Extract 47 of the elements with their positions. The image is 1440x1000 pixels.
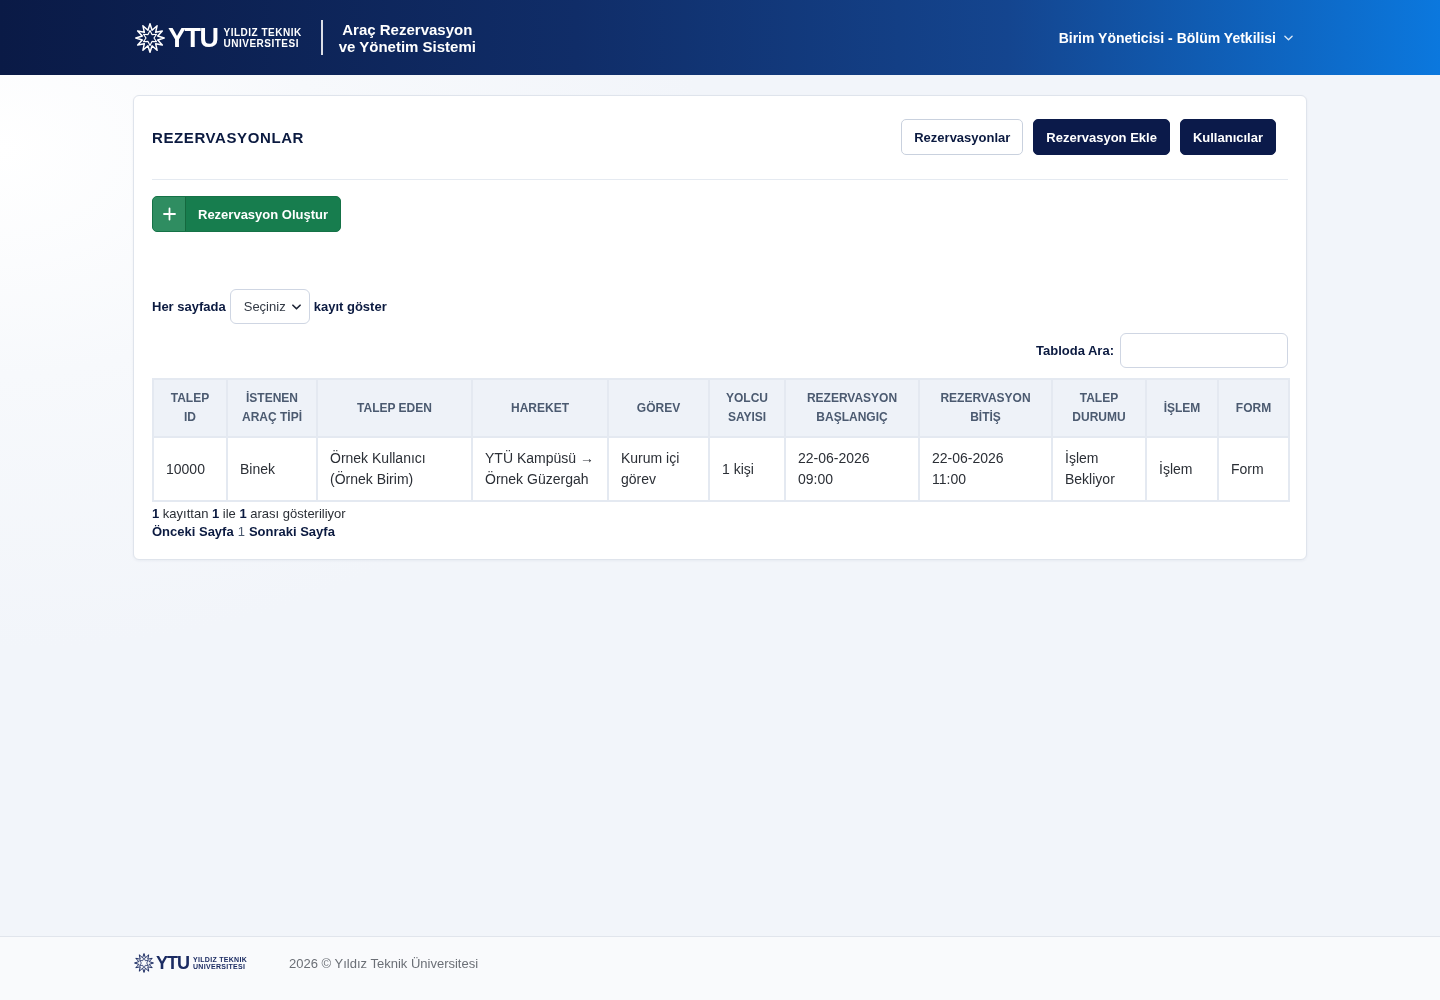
- table-info: 1 kayıttan 1 ile 1 arası gösteriliyor: [152, 505, 347, 523]
- column-header: FORM: [1218, 379, 1289, 437]
- nav-button[interactable]: Rezervasyonlar: [901, 119, 1024, 155]
- chevron-down-icon: [1284, 34, 1293, 41]
- column-header: REZERVASYON BAŞLANGIÇ: [785, 379, 919, 437]
- page-length-select[interactable]: Seçiniz: [229, 289, 310, 324]
- logo-text: YILDIZ TEKNIK UNIVERSITESI: [223, 26, 302, 49]
- table-cell: Kurum içi görev: [608, 437, 709, 501]
- table-cell: Binek: [227, 437, 317, 501]
- user-menu[interactable]: Birim Yöneticisi - Bölüm Yetkilisi: [1058, 25, 1293, 50]
- table-cell: 22-06-2026 09:00: [785, 437, 919, 501]
- column-header: İŞLEM: [1146, 379, 1218, 437]
- previous-page-link[interactable]: Önceki Sayfa: [152, 523, 234, 541]
- per-page-label: Her sayfada: [152, 299, 226, 314]
- per-page-label: kayıt göster: [313, 299, 387, 314]
- logo-mark: YTU: [156, 953, 189, 973]
- star-logo-icon: [135, 22, 165, 53]
- table-cell: İşlem: [1146, 437, 1218, 501]
- panel-title: REZERVASYONLAR: [152, 128, 305, 146]
- nav-button[interactable]: Kullanıcılar: [1179, 119, 1276, 155]
- column-header: REZERVASYON BİTİŞ: [919, 379, 1052, 437]
- table-cell: 1 kişi: [709, 437, 785, 501]
- column-header: HAREKET: [472, 379, 608, 437]
- star-logo-icon: [134, 953, 154, 973]
- table-cell: 10000: [153, 437, 227, 501]
- search-label: Tabloda Ara:: [1036, 343, 1114, 358]
- chevron-down-icon: [291, 303, 301, 310]
- create-reservation-button[interactable]: Rezervasyon Oluştur: [152, 196, 342, 232]
- column-header: GÖREV: [608, 379, 709, 437]
- table-cell: Örnek Kullanıcı (Örnek Birim): [317, 437, 472, 501]
- page-number[interactable]: 1: [237, 523, 245, 541]
- logo-mark: YTU: [168, 23, 218, 52]
- app-title: Araç Rezervasyon ve Yönetim Sistemi: [338, 20, 476, 55]
- plus-icon: [153, 197, 186, 231]
- column-header: TALEP EDEN: [317, 379, 472, 437]
- column-header: YOLCU SAYISI: [709, 379, 785, 437]
- search-field[interactable]: [1120, 333, 1288, 368]
- copyright-text: 2026 © Yıldız Teknik Üniversitesi: [289, 955, 479, 971]
- column-header: TALEP DURUMU: [1052, 379, 1146, 437]
- table-cell: Form: [1218, 437, 1289, 501]
- table-cell: 22-06-2026 11:00: [919, 437, 1052, 501]
- next-page-link[interactable]: Sonraki Sayfa: [248, 523, 335, 541]
- column-header: İSTENEN ARAÇ TİPİ: [227, 379, 317, 437]
- nav-button[interactable]: Rezervasyon Ekle: [1033, 119, 1170, 155]
- table-cell: İşlem Bekliyor: [1052, 437, 1146, 501]
- column-header: TALEP ID: [153, 379, 227, 437]
- table-cell: YTÜ Kampüsü → Örnek Güzergah: [472, 437, 608, 501]
